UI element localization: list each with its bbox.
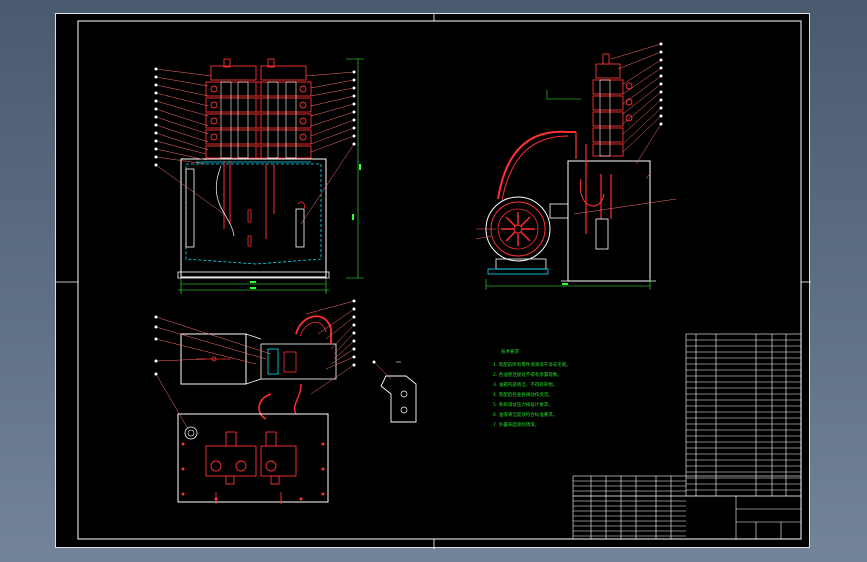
- technical-requirements: 技术要求 1. 装配前所有零件须清洗干净去毛刺。 2. 各油管连接处不得有渗漏现…: [493, 348, 571, 428]
- cad-drawing: 技术要求 1. 装配前所有零件须清洗干净去毛刺。 2. 各油管连接处不得有渗漏现…: [56, 14, 811, 549]
- detail-bracket: [372, 360, 417, 423]
- tech-note-line: 2. 各油管连接处不得有渗漏现象。: [493, 371, 562, 378]
- tech-note-line: 4. 装配后检查各阀动作灵活。: [493, 391, 553, 398]
- title-block: [572, 475, 802, 540]
- tech-note-line: 6. 油液清洁度须符合标准要求。: [493, 411, 557, 418]
- tech-note-line: 5. 系统调试压力按设计要求。: [493, 401, 553, 408]
- side-view: [475, 42, 677, 290]
- tech-note-line: 7. 外露表面涂防锈漆。: [493, 421, 539, 428]
- tech-notes-title: 技术要求: [501, 348, 519, 355]
- drawing-sheet: 技术要求 1. 装配前所有零件须清洗干净去毛刺。 2. 各油管连接处不得有渗漏现…: [55, 13, 811, 549]
- tech-note-line: 3. 油箱内部清洁，不得有杂物。: [493, 381, 557, 388]
- front-view: [154, 58, 364, 294]
- tech-note-line: 1. 装配前所有零件须清洗干净去毛刺。: [493, 361, 571, 368]
- top-view: [154, 299, 356, 504]
- inner-border: [77, 20, 802, 540]
- parts-list-table: [685, 333, 802, 497]
